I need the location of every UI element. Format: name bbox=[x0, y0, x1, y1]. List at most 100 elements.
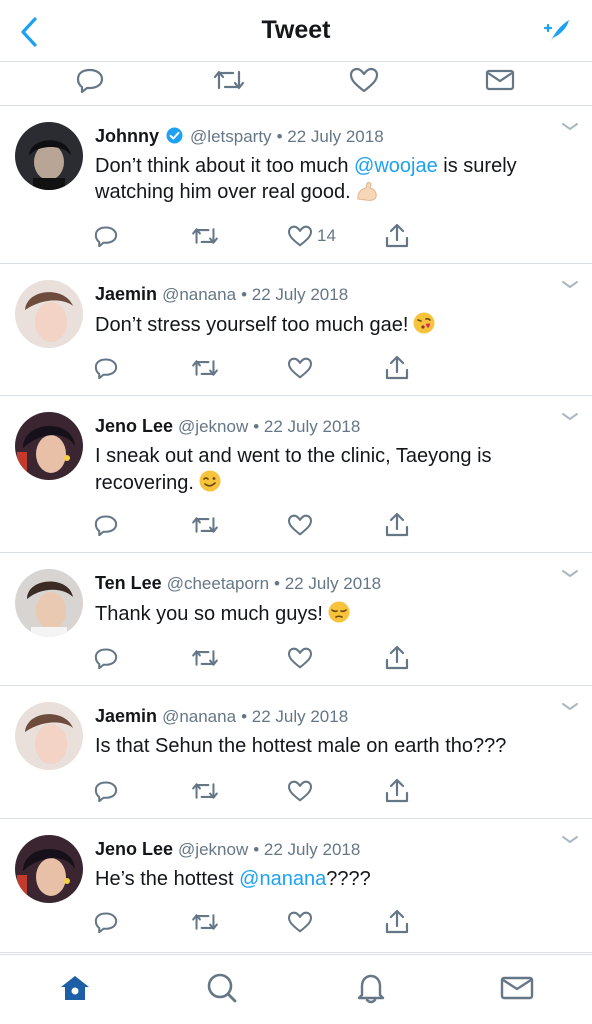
reply-icon bbox=[94, 912, 118, 933]
page-title: Tweet bbox=[261, 16, 331, 44]
mention-link[interactable]: @woojae bbox=[354, 155, 438, 177]
focused-tweet-actions bbox=[0, 62, 592, 106]
tab-notifications[interactable] bbox=[351, 970, 391, 1006]
avatar[interactable] bbox=[15, 835, 83, 903]
like-icon bbox=[287, 647, 313, 669]
reply-button[interactable] bbox=[94, 776, 118, 806]
reply-icon bbox=[76, 68, 104, 93]
author-name[interactable]: Jaemin bbox=[95, 706, 157, 726]
like-button[interactable] bbox=[287, 510, 313, 540]
tab-home[interactable] bbox=[55, 970, 95, 1006]
share-icon bbox=[385, 909, 409, 934]
reply-icon bbox=[94, 515, 118, 536]
retweet-button[interactable] bbox=[209, 64, 249, 96]
reply-button[interactable] bbox=[70, 64, 110, 96]
share-button[interactable] bbox=[384, 643, 410, 673]
message-button[interactable] bbox=[480, 64, 520, 96]
tweet-text: Thank you so much guys! bbox=[95, 600, 565, 627]
reply-button[interactable] bbox=[94, 221, 118, 251]
text-segment: ???? bbox=[326, 868, 371, 890]
author-handle[interactable]: @nanana bbox=[162, 707, 236, 726]
tweet-actions: 14 bbox=[0, 221, 592, 251]
share-button[interactable] bbox=[384, 221, 410, 251]
share-icon bbox=[385, 645, 409, 670]
retweet-button[interactable] bbox=[190, 353, 220, 383]
tweet-text: Is that Sehun the hottest male on earth … bbox=[95, 733, 565, 759]
share-button[interactable] bbox=[384, 907, 410, 937]
author-handle[interactable]: @jeknow bbox=[178, 840, 248, 859]
reply-button[interactable] bbox=[94, 643, 118, 673]
avatar[interactable] bbox=[15, 412, 83, 480]
reply-button[interactable] bbox=[94, 510, 118, 540]
share-icon bbox=[385, 223, 409, 248]
retweet-button[interactable] bbox=[190, 510, 220, 540]
tweet-item[interactable]: Jeno Lee @jeknow • 22 July 2018 He’s the… bbox=[0, 819, 592, 953]
text-segment: Thank you so much guys! bbox=[95, 603, 323, 625]
tweet-item[interactable]: Ten Lee @cheetaporn • 22 July 2018 Thank… bbox=[0, 553, 592, 686]
author-handle[interactable]: @jeknow bbox=[178, 417, 248, 436]
face-blowing-kiss-emoji-icon bbox=[413, 312, 435, 334]
retweet-button[interactable] bbox=[190, 221, 220, 251]
avatar[interactable] bbox=[15, 569, 83, 637]
author-name[interactable]: Jeno Lee bbox=[95, 416, 173, 436]
author-handle[interactable]: @cheetaporn bbox=[167, 574, 269, 593]
tweet-item[interactable]: Jaemin @nanana • 22 July 2018 Don’t stre… bbox=[0, 264, 592, 396]
chevron-down-icon bbox=[562, 570, 578, 578]
avatar[interactable] bbox=[15, 122, 83, 190]
mention-link[interactable]: @nanana bbox=[239, 868, 326, 890]
tweet-item[interactable]: Johnny @letsparty • 22 July 2018 Don’t t… bbox=[0, 106, 592, 264]
tweet-options-button[interactable] bbox=[560, 410, 580, 424]
author-name[interactable]: Jeno Lee bbox=[95, 839, 173, 859]
retweet-icon bbox=[192, 650, 218, 666]
like-button[interactable]: 14 bbox=[287, 221, 336, 251]
avatar[interactable] bbox=[15, 702, 83, 770]
home-icon bbox=[61, 976, 89, 1000]
tweet-options-button[interactable] bbox=[560, 278, 580, 292]
verified-badge-icon bbox=[166, 127, 183, 144]
like-button[interactable] bbox=[287, 643, 313, 673]
chevron-down-icon bbox=[562, 123, 578, 131]
retweet-icon bbox=[192, 360, 218, 376]
like-button[interactable] bbox=[287, 907, 313, 937]
tab-messages[interactable] bbox=[497, 970, 537, 1006]
retweet-button[interactable] bbox=[190, 907, 220, 937]
text-segment: Don’t think about it too much bbox=[95, 155, 355, 177]
reply-icon bbox=[94, 358, 118, 379]
like-button[interactable] bbox=[287, 776, 313, 806]
share-button[interactable] bbox=[384, 776, 410, 806]
like-button[interactable] bbox=[344, 64, 384, 96]
tweet-options-button[interactable] bbox=[560, 700, 580, 714]
tweet-date: • 22 July 2018 bbox=[241, 285, 349, 304]
reply-icon bbox=[94, 781, 118, 802]
author-handle[interactable]: @letsparty bbox=[190, 127, 272, 146]
compose-button[interactable] bbox=[540, 15, 574, 47]
flexed-biceps-emoji-icon bbox=[357, 182, 377, 201]
author-name[interactable]: Ten Lee bbox=[95, 573, 162, 593]
like-count: 14 bbox=[317, 226, 336, 245]
messages-icon bbox=[500, 976, 534, 1000]
author-name[interactable]: Jaemin bbox=[95, 284, 157, 304]
tweet-options-button[interactable] bbox=[560, 567, 580, 581]
avatar[interactable] bbox=[15, 280, 83, 348]
like-button[interactable] bbox=[287, 353, 313, 383]
search-icon bbox=[207, 973, 237, 1003]
tweet-options-button[interactable] bbox=[560, 120, 580, 134]
tab-search[interactable] bbox=[202, 970, 242, 1006]
reply-button[interactable] bbox=[94, 907, 118, 937]
tweet-item[interactable]: Jaemin @nanana • 22 July 2018 Is that Se… bbox=[0, 686, 592, 819]
text-segment: He’s the hottest bbox=[95, 868, 240, 890]
author-handle[interactable]: @nanana bbox=[162, 285, 236, 304]
tweet-date: • 22 July 2018 bbox=[276, 127, 384, 146]
tweet-options-button[interactable] bbox=[560, 833, 580, 847]
author-name[interactable]: Johnny bbox=[95, 126, 159, 146]
like-icon bbox=[287, 225, 313, 247]
share-button[interactable] bbox=[384, 510, 410, 540]
share-button[interactable] bbox=[384, 353, 410, 383]
retweet-button[interactable] bbox=[190, 776, 220, 806]
tweet-header: Jeno Lee @jeknow • 22 July 2018 bbox=[95, 416, 360, 437]
tweet-date: • 22 July 2018 bbox=[253, 840, 361, 859]
tweet-item[interactable]: Jeno Lee @jeknow • 22 July 2018 I sneak … bbox=[0, 396, 592, 553]
reply-button[interactable] bbox=[94, 353, 118, 383]
chevron-down-icon bbox=[562, 281, 578, 289]
retweet-button[interactable] bbox=[190, 643, 220, 673]
